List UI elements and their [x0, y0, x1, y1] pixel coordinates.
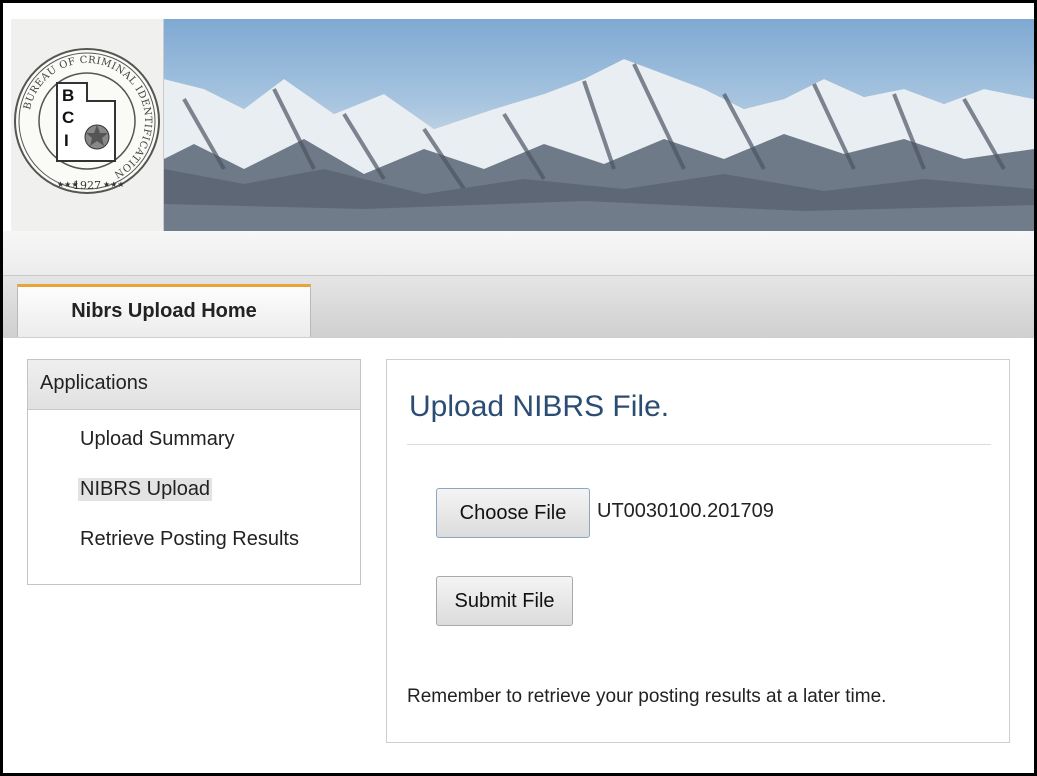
- applications-sidebar: Applications Upload Summary NIBRS Upload…: [27, 359, 361, 585]
- header-spacer-bar: [3, 231, 1034, 275]
- tab-bar: Nibrs Upload Home: [3, 275, 1034, 338]
- bci-seal-icon: BUREAU OF CRIMINAL IDENTIFICATION B C I …: [14, 48, 160, 194]
- mountain-banner-image: [164, 19, 1034, 231]
- tab-nibrs-upload-home[interactable]: Nibrs Upload Home: [17, 284, 311, 337]
- sidebar-item-upload-summary[interactable]: Upload Summary: [80, 428, 235, 451]
- page-title: Upload NIBRS File.: [409, 390, 670, 423]
- sidebar-item-nibrs-upload[interactable]: NIBRS Upload: [78, 478, 213, 501]
- sidebar-item-retrieve-posting-results[interactable]: Retrieve Posting Results: [80, 528, 299, 551]
- svg-text:★★★: ★★★: [57, 180, 79, 189]
- page-frame: BUREAU OF CRIMINAL IDENTIFICATION B C I …: [0, 0, 1037, 776]
- submit-file-button[interactable]: Submit File: [436, 576, 573, 626]
- svg-text:B: B: [62, 86, 74, 105]
- upload-panel: Upload NIBRS File. Choose File UT0030100…: [386, 359, 1010, 743]
- reminder-text: Remember to retrieve your posting result…: [407, 686, 887, 707]
- site-header: BUREAU OF CRIMINAL IDENTIFICATION B C I …: [3, 3, 1034, 231]
- sidebar-header: Applications: [28, 360, 360, 410]
- choose-file-button[interactable]: Choose File: [436, 488, 590, 538]
- svg-text:C: C: [62, 108, 74, 127]
- logo-area: BUREAU OF CRIMINAL IDENTIFICATION B C I …: [11, 19, 164, 231]
- selected-file-name: UT0030100.201709: [597, 500, 774, 522]
- title-divider: [407, 444, 991, 445]
- svg-text:I: I: [64, 131, 69, 150]
- svg-text:★★★: ★★★: [103, 180, 125, 189]
